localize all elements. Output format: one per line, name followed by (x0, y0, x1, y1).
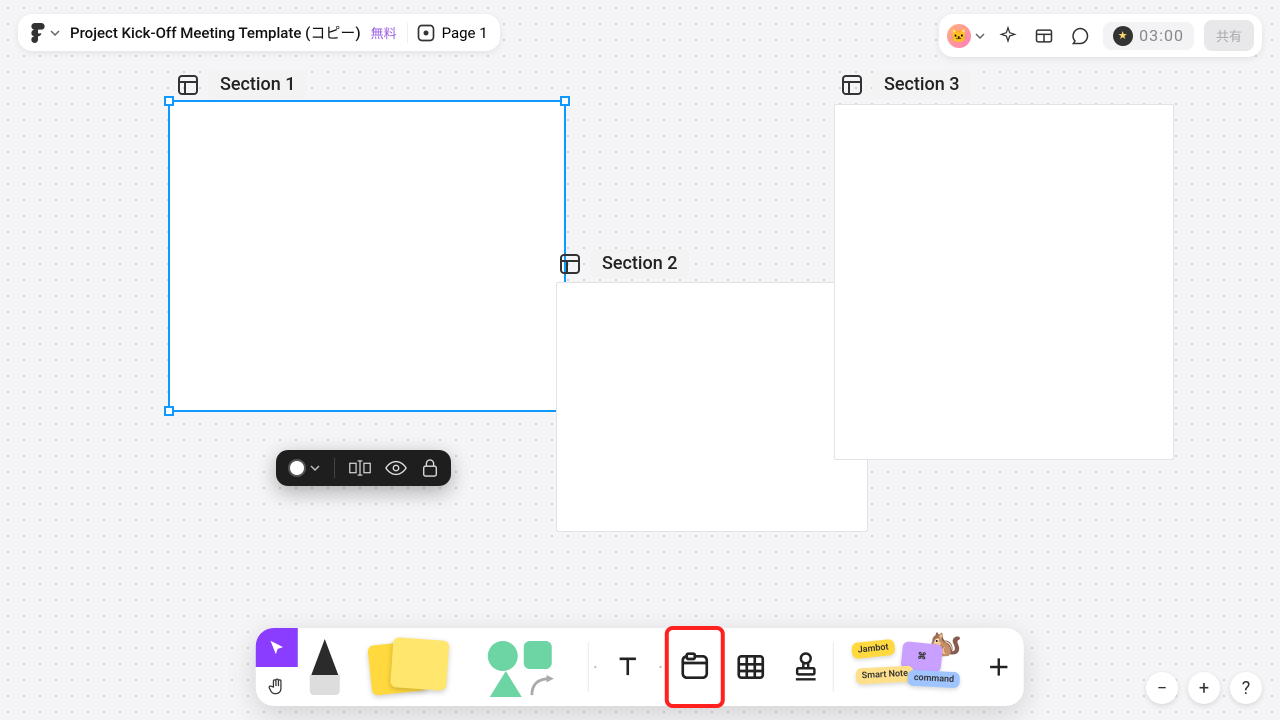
section-2-frame[interactable] (556, 282, 868, 532)
hand-tool[interactable] (256, 667, 298, 706)
section-2-title: Section 2 (590, 249, 689, 278)
section-2-label[interactable]: Section 2 (558, 249, 689, 278)
sparkle-icon (998, 26, 1018, 46)
stamp-icon (791, 651, 821, 683)
user-avatar-menu[interactable]: 🐱 (947, 24, 985, 48)
pencil-icon (310, 639, 340, 695)
select-tool[interactable] (256, 628, 298, 667)
zoom-in-button[interactable]: + (1188, 672, 1220, 704)
more-tools-button[interactable] (974, 628, 1024, 706)
section-icon (840, 73, 864, 97)
page-selector[interactable]: Page 1 (407, 23, 488, 43)
pointer-tool-group (256, 628, 298, 706)
table-icon (735, 651, 767, 683)
user-avatar-icon: 🐱 (947, 24, 971, 48)
text-icon (614, 653, 642, 681)
text-tool[interactable] (602, 628, 654, 706)
hand-icon (267, 677, 287, 697)
page-label: Page 1 (442, 24, 488, 42)
document-title[interactable]: Project Kick-Off Meeting Template (コピー) (70, 22, 361, 43)
separator-dot: · (654, 628, 667, 706)
selection-handle-tl[interactable] (164, 96, 174, 106)
section-1-frame[interactable] (168, 100, 566, 412)
pointer-icon (268, 639, 286, 657)
section-tool-icon (679, 651, 711, 683)
visibility-button[interactable] (385, 460, 407, 476)
color-swatch-icon (288, 459, 306, 477)
lock-icon (421, 458, 439, 478)
shapes-icon (486, 637, 570, 697)
section-3-frame[interactable] (834, 104, 1174, 460)
layout-grid-button[interactable] (1031, 23, 1057, 49)
figma-logo-icon (30, 23, 46, 43)
sticky-note-tool[interactable] (352, 628, 468, 706)
lock-button[interactable] (421, 458, 439, 478)
help-button[interactable]: ? (1230, 672, 1262, 704)
timer-value: 03:00 (1139, 26, 1184, 45)
section-3-title: Section 3 (872, 70, 971, 99)
section-tool[interactable] (667, 628, 723, 706)
section-3-label[interactable]: Section 3 (840, 70, 971, 99)
main-toolbar: · · 🐿️ Jambot ⌘ Smart Note command (256, 628, 1024, 706)
widgets-tool[interactable]: 🐿️ Jambot ⌘ Smart Note command (834, 628, 974, 706)
topbar-right: 🐱 ★ 03:00 共有 (939, 14, 1262, 57)
widgets-icon: 🐿️ Jambot ⌘ Smart Note command (852, 637, 956, 697)
table-tool[interactable] (723, 628, 779, 706)
chevron-down-icon (310, 465, 320, 471)
separator-dot: · (589, 628, 602, 706)
comment-icon (1070, 26, 1090, 46)
selection-handle-tr[interactable] (560, 96, 570, 106)
plus-icon (986, 654, 1012, 680)
timer-avatar-icon: ★ (1113, 26, 1133, 46)
rename-icon (349, 459, 371, 477)
section-icon (176, 73, 200, 97)
section-icon (558, 252, 582, 276)
sticky-note-icon (370, 637, 450, 697)
comment-button[interactable] (1067, 23, 1093, 49)
share-button[interactable]: 共有 (1204, 20, 1254, 51)
section-1-title: Section 1 (208, 70, 307, 99)
shapes-tool[interactable] (468, 628, 588, 706)
contextual-toolbar (276, 450, 451, 486)
zoom-out-button[interactable]: − (1146, 672, 1178, 704)
eye-icon (385, 460, 407, 476)
page-icon (416, 23, 436, 43)
fill-color-button[interactable] (288, 459, 320, 477)
ai-sparkle-button[interactable] (995, 23, 1021, 49)
chevron-down-icon (50, 30, 60, 36)
selection-handle-bl[interactable] (164, 406, 174, 416)
section-1-label[interactable]: Section 1 (176, 70, 307, 99)
stamp-tool[interactable] (779, 628, 833, 706)
timer-chip[interactable]: ★ 03:00 (1103, 22, 1194, 50)
figma-menu-button[interactable] (30, 23, 60, 43)
connector-arrow-icon (530, 675, 558, 697)
chevron-down-icon (975, 33, 985, 39)
topbar-left: Project Kick-Off Meeting Template (コピー) … (18, 14, 500, 51)
pencil-tool[interactable] (298, 628, 352, 706)
divider (334, 458, 335, 478)
zoom-controls: − + ? (1146, 672, 1262, 704)
rename-button[interactable] (349, 459, 371, 477)
grid-icon (1034, 26, 1054, 46)
plan-badge[interactable]: 無料 (371, 23, 397, 42)
